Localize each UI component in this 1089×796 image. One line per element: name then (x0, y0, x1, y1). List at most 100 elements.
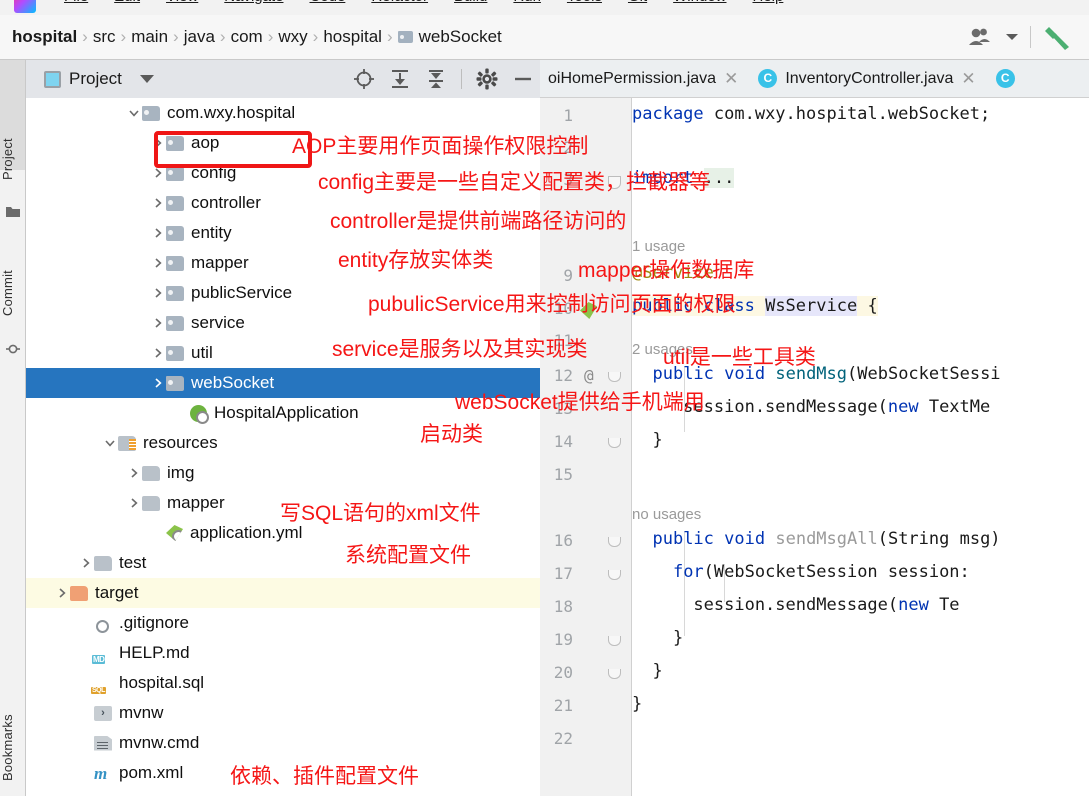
menu-item-git[interactable]: Git (628, 0, 647, 5)
breadcrumb-main[interactable]: main (127, 27, 172, 47)
class-icon: C (995, 69, 1015, 88)
line-number: 17 (553, 564, 573, 583)
chevron-right-icon[interactable] (152, 377, 166, 389)
close-icon[interactable]: ✕ (724, 69, 738, 89)
fold-marker[interactable] (608, 636, 621, 646)
chevron-right-icon[interactable] (152, 197, 166, 209)
breadcrumb-project[interactable]: hospital (8, 27, 81, 47)
chevron-right-icon[interactable] (128, 467, 142, 479)
tool-window-strip: Project Commit Bookmarks (0, 60, 26, 796)
breadcrumb-java[interactable]: java (180, 27, 219, 47)
chevron-right-icon[interactable] (56, 587, 70, 599)
tree-row-help-md[interactable]: HELP.md (26, 638, 540, 668)
folder-icon (166, 345, 184, 361)
chevron-right-icon[interactable] (80, 557, 94, 569)
chevron-down-icon[interactable] (1006, 33, 1018, 41)
fold-marker[interactable] (608, 537, 621, 547)
close-icon[interactable]: ✕ (961, 69, 975, 89)
chevron-right-icon[interactable] (152, 137, 166, 149)
line-number: 22 (553, 729, 573, 748)
chevron-right-icon[interactable] (152, 347, 166, 359)
collapse-all-icon[interactable] (425, 68, 447, 90)
file-git-icon (94, 616, 112, 633)
tree-row-label: com.wxy.hospital (167, 103, 296, 122)
breadcrumb-src[interactable]: src (89, 27, 120, 47)
commit-icon (6, 342, 20, 356)
settings-gear-icon[interactable] (476, 68, 498, 90)
strip-button-commit[interactable]: Commit (0, 256, 25, 330)
tree-row-target[interactable]: target (26, 578, 540, 608)
nav-right-actions (968, 23, 1089, 51)
code-content[interactable]: package com.wxy.hospital.webSocket; impo… (632, 98, 1089, 796)
menu-item-help[interactable]: Help (753, 0, 784, 5)
project-folder-icon (6, 206, 20, 220)
breadcrumb-separator: › (386, 27, 393, 46)
maven-icon: m (94, 763, 108, 783)
menu-item-view[interactable]: View (166, 0, 198, 5)
line-number: 16 (553, 531, 573, 550)
menu-item-window[interactable]: Window (673, 0, 726, 5)
menu-item-file[interactable]: File (64, 0, 88, 5)
chevron-right-icon[interactable] (152, 167, 166, 179)
fold-marker[interactable] (608, 669, 621, 679)
tab-ws-service[interactable]: C (986, 60, 1015, 97)
folder-res-icon (118, 435, 136, 451)
tree-row-label: service (191, 313, 245, 332)
menu-item-refactor[interactable]: Refactor (371, 0, 428, 5)
tree-row-mvnw-cmd[interactable]: mvnw.cmd (26, 728, 540, 758)
code-line-21: } (632, 694, 643, 714)
breadcrumb-current[interactable]: webSocket (394, 27, 506, 47)
chevron-right-icon[interactable] (152, 287, 166, 299)
menu-item-edit[interactable]: Edit (114, 0, 140, 5)
chevron-down-icon[interactable] (104, 437, 118, 449)
locate-icon[interactable] (353, 68, 375, 90)
tree-row-label: config (191, 163, 237, 182)
line-number: 15 (553, 465, 573, 484)
menu-item-navigate[interactable]: Navigate (224, 0, 283, 5)
fold-marker[interactable] (608, 438, 621, 448)
menu-bar: File Edit View Navigate Code Refactor Bu… (0, 0, 1089, 15)
tree-row-label: target (95, 583, 139, 602)
breadcrumb-wxy[interactable]: wxy (274, 27, 311, 47)
line-number: 21 (553, 696, 573, 715)
breadcrumb-com[interactable]: com (227, 27, 267, 47)
strip-button-project[interactable]: Project (0, 126, 25, 192)
expand-all-icon[interactable] (389, 68, 411, 90)
chevron-down-icon[interactable] (128, 107, 142, 119)
fold-marker[interactable] (608, 570, 621, 580)
strip-button-bookmarks[interactable]: Bookmarks (0, 700, 25, 796)
menu-item-tools[interactable]: Tools (567, 0, 602, 5)
tree-row-mvnw[interactable]: › mvnw (26, 698, 540, 728)
tab-inventory-controller[interactable]: C InventoryController.java ✕ (748, 60, 985, 97)
menu-item-build[interactable]: Build (454, 0, 487, 5)
hide-panel-icon[interactable] (512, 68, 534, 90)
menu-item-code[interactable]: Code (309, 0, 345, 5)
annotation-note: mapper操作数据库 (578, 259, 755, 282)
chevron-right-icon[interactable] (152, 257, 166, 269)
tree-row-label: .gitignore (119, 613, 189, 632)
breadcrumb-bar: hospital › src › main › java › com › wxy… (0, 15, 1089, 60)
fold-marker[interactable] (608, 372, 621, 382)
chevron-right-icon[interactable] (152, 227, 166, 239)
tree-row--gitignore[interactable]: .gitignore (26, 608, 540, 638)
tree-row-label: HELP.md (119, 643, 190, 662)
breadcrumb-hospital[interactable]: hospital (319, 27, 386, 47)
chevron-right-icon[interactable] (152, 317, 166, 329)
users-icon[interactable] (968, 27, 994, 47)
tree-row-com-wxy-hospital[interactable]: com.wxy.hospital (26, 98, 540, 128)
build-hammer-icon[interactable] (1043, 23, 1073, 51)
line-number: 20 (553, 663, 573, 682)
chevron-down-icon[interactable] (139, 75, 154, 83)
usage-hint-3: no usages (632, 506, 702, 523)
code-line-18: session.sendMessage(new Te (632, 595, 960, 615)
tree-row-img[interactable]: img (26, 458, 540, 488)
cmd-icon (94, 735, 112, 751)
menu-item-run[interactable]: Run (513, 0, 541, 5)
tab-home-permission[interactable]: oiHomePermission.java ✕ (540, 60, 748, 97)
chevron-right-icon[interactable] (128, 497, 142, 509)
tree-row-hospital-sql[interactable]: hospital.sql (26, 668, 540, 698)
breadcrumb-current-label: webSocket (418, 27, 502, 46)
annotation-note: service是服务以及其实现类 (332, 338, 588, 361)
editor-gutter[interactable]: 1 2 3 9 10 11 12 @ 13 14 15 16 17 18 19 … (540, 98, 632, 796)
tree-row-label: util (191, 343, 213, 362)
